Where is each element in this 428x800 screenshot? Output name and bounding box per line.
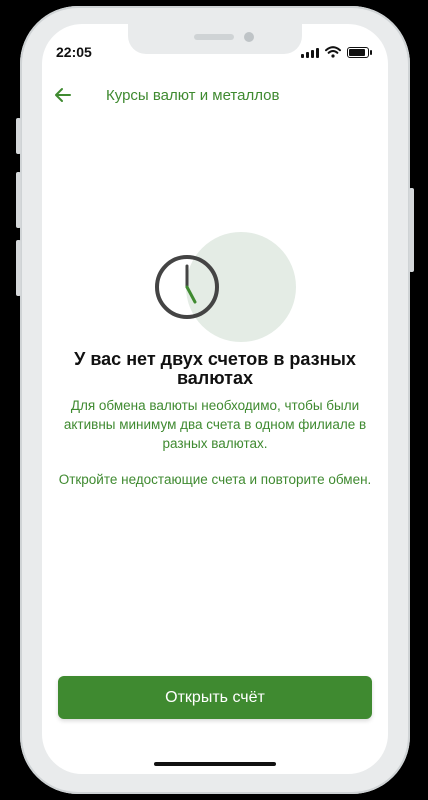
status-time: 22:05 bbox=[56, 44, 92, 60]
open-account-button[interactable]: Открыть счёт bbox=[58, 676, 372, 719]
wifi-icon bbox=[325, 46, 341, 58]
cellular-signal-icon bbox=[301, 47, 319, 58]
camera bbox=[244, 32, 254, 42]
volume-down-button bbox=[16, 240, 21, 296]
empty-state-illustration bbox=[154, 232, 300, 342]
power-button bbox=[409, 188, 414, 272]
page-title: Курсы валют и металлов bbox=[106, 87, 280, 104]
empty-state-title: У вас нет двух счетов в разных валютах bbox=[74, 349, 356, 388]
home-indicator[interactable] bbox=[154, 762, 276, 766]
status-icons bbox=[301, 46, 372, 58]
notch bbox=[128, 24, 302, 54]
volume-up-button bbox=[16, 172, 21, 228]
mute-switch bbox=[16, 118, 21, 154]
empty-state-message: Для обмена валюты необходимо, чтобы были… bbox=[63, 398, 367, 451]
speaker bbox=[194, 34, 234, 40]
header: Курсы валют и металлов bbox=[42, 80, 388, 110]
battery-cap bbox=[370, 50, 372, 55]
app-screen: 22:05 Курсы валют и металлов У вас нет д… bbox=[42, 24, 388, 774]
battery-icon bbox=[347, 47, 369, 58]
empty-state-hint: Откройте недостающие счета и повторите о… bbox=[58, 472, 372, 487]
clock-icon bbox=[155, 255, 219, 319]
arrow-left-icon[interactable] bbox=[50, 82, 76, 108]
